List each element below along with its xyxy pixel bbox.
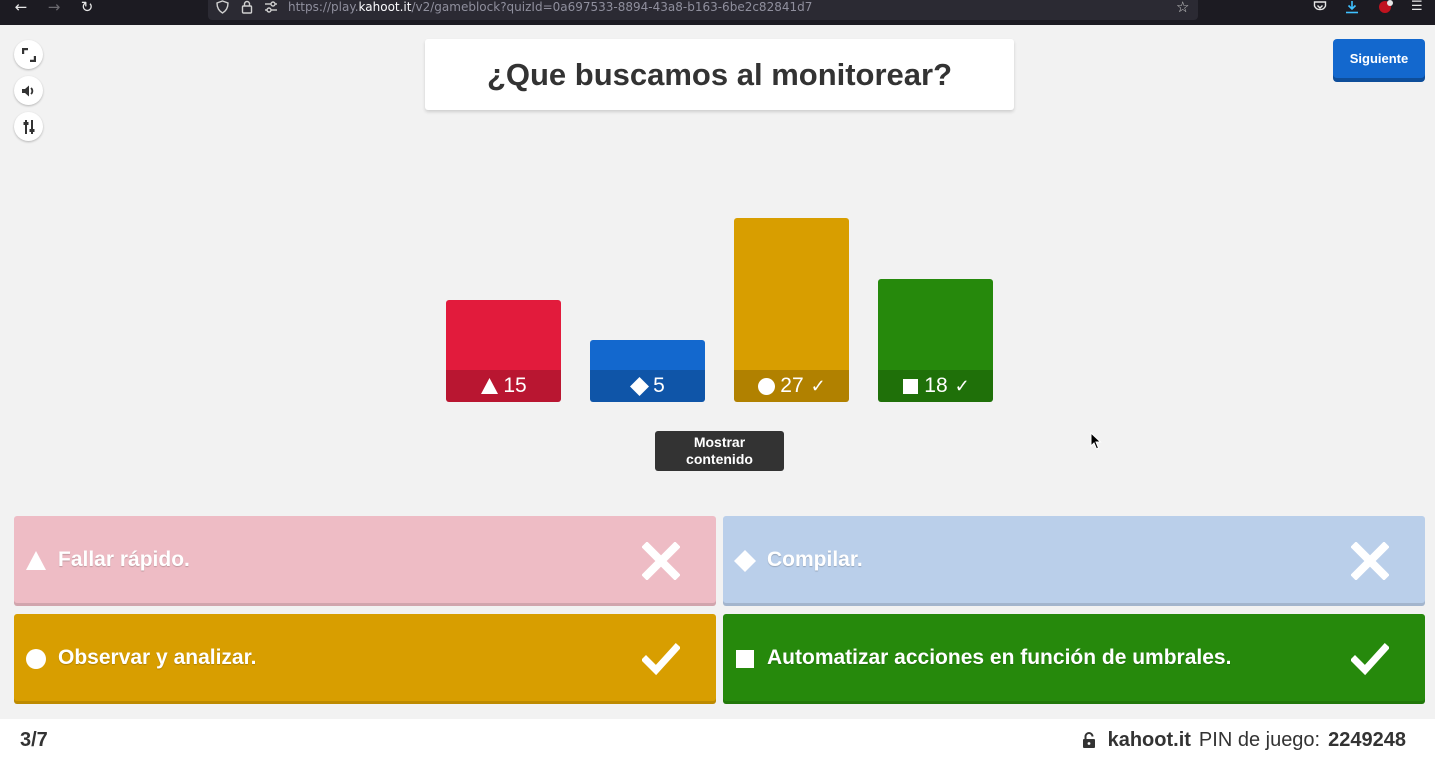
cross-icon (641, 541, 681, 581)
chart-bar-circle: 27 ✓ (734, 218, 849, 402)
chart-value-label: 15 (503, 374, 527, 397)
answer-text: Observar y analizar. (58, 646, 257, 669)
chart-bar-triangle: 15 (446, 300, 561, 402)
answer-text: Automatizar acciones en función de umbra… (767, 646, 1232, 669)
menu-icon[interactable]: ☰ (1411, 0, 1423, 14)
address-bar[interactable]: https://play.kahoot.it/v2/gameblock?quiz… (208, 0, 1198, 20)
show-content-button[interactable]: Mostrar contenido (655, 431, 784, 471)
forward-arrow-icon[interactable]: → (42, 0, 66, 20)
answer-text: Compilar. (767, 548, 863, 571)
correct-check-icon: ✓ (954, 375, 970, 396)
fullscreen-icon (21, 47, 36, 62)
next-button[interactable]: Siguiente (1333, 39, 1425, 82)
show-content-line2: contenido (686, 451, 753, 467)
pocket-icon[interactable] (1313, 0, 1327, 18)
chart-bar-label: 18 ✓ (878, 370, 993, 402)
reload-icon[interactable]: ↻ (75, 0, 99, 20)
correct-check-icon: ✓ (810, 375, 826, 396)
answer-option-1[interactable]: Fallar rápido. (14, 516, 716, 606)
square-icon (903, 378, 919, 394)
chart-value-label: 18 (924, 374, 948, 397)
chart-bar-label: 5 (590, 370, 705, 402)
chart-bar-diamond: 5 (590, 340, 705, 402)
back-arrow-icon[interactable]: ← (9, 0, 33, 20)
checkmark-icon (1350, 640, 1390, 678)
checkmark-icon (641, 640, 681, 678)
chart-value-label: 27 (780, 374, 804, 397)
mouse-cursor-icon (1090, 432, 1102, 450)
answer-text: Fallar rápido. (58, 548, 190, 571)
triangle-icon (481, 377, 499, 394)
show-content-line1: Mostrar (693, 434, 746, 450)
lock-icon[interactable] (241, 0, 253, 18)
square-icon (736, 650, 754, 668)
settings-button[interactable] (14, 112, 43, 141)
answer-option-3[interactable]: Observar y analizar. (14, 614, 716, 704)
diamond-icon (630, 376, 650, 396)
answer-shape (734, 648, 756, 670)
game-pin-info: kahoot.it PIN de juego: 2249248 (1082, 719, 1406, 762)
question-progress: 3/7 (20, 729, 48, 751)
permissions-icon[interactable] (264, 0, 278, 18)
sound-button[interactable] (14, 76, 43, 105)
answer-option-4[interactable]: Automatizar acciones en función de umbra… (723, 614, 1425, 704)
question-panel: ¿Que buscamos al monitorear? (425, 39, 1014, 110)
browser-toolbar: ← → ↻ https://play.kahoot.it/v2/gamebloc… (0, 0, 1435, 25)
chart-bar-label: 15 (446, 370, 561, 402)
download-icon[interactable] (1345, 0, 1359, 18)
chart-bar-square: 18 ✓ (878, 279, 993, 402)
answer-shape (25, 648, 47, 670)
speaker-icon (21, 85, 33, 96)
chart-value-label: 5 (653, 374, 665, 397)
answer-option-2[interactable]: Compilar. (723, 516, 1425, 606)
diamond-icon (734, 550, 756, 572)
answer-shape (25, 550, 47, 572)
fullscreen-button[interactable] (14, 40, 43, 69)
question-title: ¿Que buscamos al monitorear? (486, 56, 953, 92)
sliders-icon (23, 119, 34, 134)
url-text[interactable]: https://play.kahoot.it/v2/gameblock?quiz… (288, 0, 812, 14)
shield-icon[interactable] (216, 0, 229, 18)
triangle-icon (26, 551, 46, 570)
lock-icon[interactable] (1082, 732, 1096, 749)
answer-shape (734, 550, 756, 572)
bookmark-star-icon[interactable]: ☆ (1176, 0, 1189, 15)
pin-value: 2249248 (1328, 729, 1406, 751)
cross-icon (1350, 541, 1390, 581)
site-name: kahoot.it (1107, 729, 1191, 751)
extension-icon[interactable] (1378, 0, 1394, 18)
pin-label: PIN de juego: (1198, 729, 1321, 751)
circle-icon (758, 377, 776, 395)
game-footer: 3/7 kahoot.it PIN de juego: 2249248 (0, 719, 1435, 762)
circle-icon (26, 649, 46, 669)
chart-bar-label: 27 ✓ (734, 370, 849, 402)
